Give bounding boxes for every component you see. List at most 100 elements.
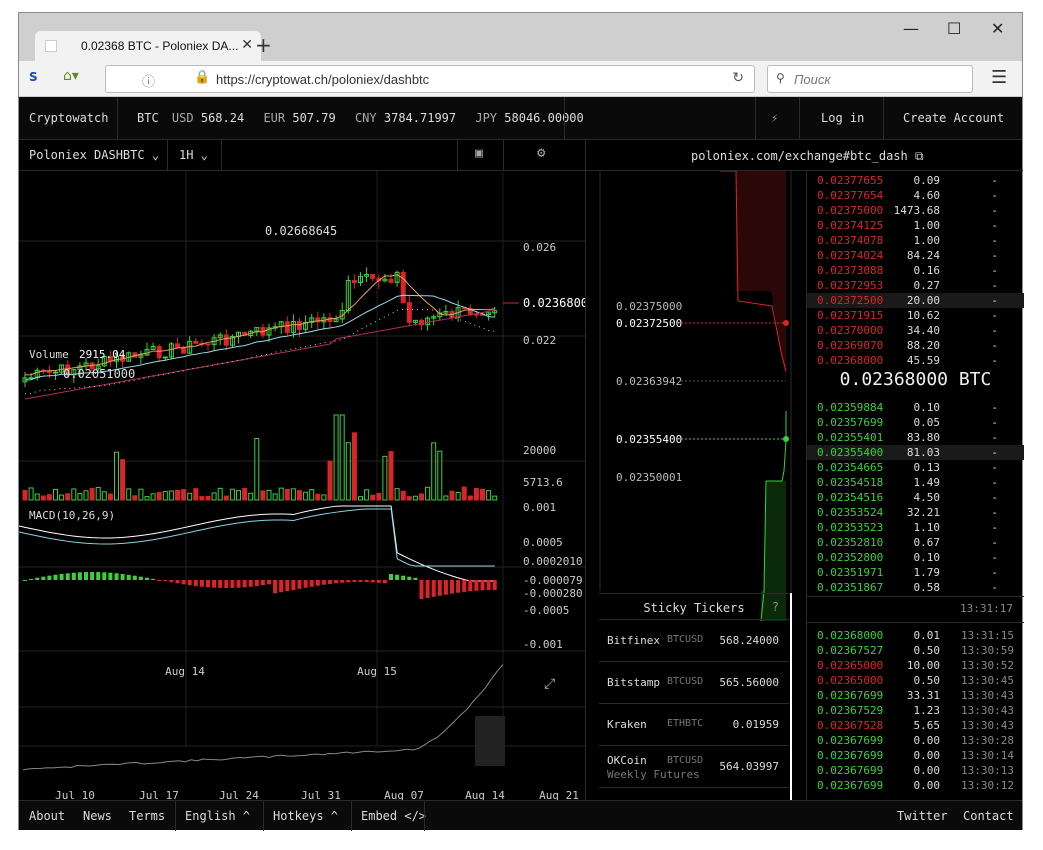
overview-label: Aug 21 bbox=[539, 789, 579, 800]
bid-row[interactable]: 0.02354518 1.49- bbox=[807, 475, 1024, 490]
reload-icon[interactable]: ↻ bbox=[732, 70, 744, 86]
ticker-item[interactable]: Bitstamp BTCUSD 565.56000 bbox=[599, 662, 789, 704]
price-ticker: BTC USD 568.24 EUR 507.79 CNY 3784.71997… bbox=[137, 111, 584, 125]
ask-row[interactable]: 0.02374078 1.00- bbox=[807, 233, 1024, 248]
bid-row[interactable]: 0.02353523 1.10- bbox=[807, 520, 1024, 535]
pair-selector[interactable]: Poloniex DASHBTC ⌄ bbox=[29, 148, 159, 162]
trade-row[interactable]: 0.02367699 33.31 13:30:43 bbox=[807, 688, 1024, 703]
ask-row[interactable]: 0.02369070 88.20- bbox=[807, 338, 1024, 353]
bid-row[interactable]: 0.02354516 4.50- bbox=[807, 490, 1024, 505]
price-chart[interactable]: 0.02668645 0.02051000 0.026 0.022 0.0236800 V… bbox=[19, 171, 585, 800]
macd-bar bbox=[187, 580, 192, 586]
ask-row[interactable]: 0.02371915 10.62- bbox=[807, 308, 1024, 323]
menu-icon[interactable]: ☰ bbox=[991, 67, 1007, 88]
ask-row[interactable]: 0.02372500 20.00- bbox=[807, 293, 1024, 308]
bid-row[interactable]: 0.02351971 1.79- bbox=[807, 565, 1024, 580]
timeframe-selector[interactable]: 1H ⌄ bbox=[179, 148, 208, 162]
url-bar[interactable]: ⓘ 🔒 https://cryptowat.ch/poloniex/dashbt… bbox=[105, 65, 755, 93]
volume-bar bbox=[315, 493, 321, 501]
embed-button[interactable]: Embed </> bbox=[361, 809, 426, 823]
exchange-link[interactable]: poloniex.com/exchange#btc_dash ⧉ bbox=[691, 149, 924, 164]
hotkeys-button[interactable]: Hotkeys ^ bbox=[273, 809, 338, 823]
brand-logo[interactable]: Cryptowatch bbox=[29, 111, 108, 125]
volume-bar bbox=[449, 490, 455, 501]
create-account-button[interactable]: Create Account bbox=[903, 111, 1004, 125]
help-icon[interactable]: ? bbox=[772, 600, 779, 614]
overview-label: Jul 17 bbox=[139, 789, 179, 800]
ticker-item[interactable]: Bitfinex BTCUSD 568.24000 bbox=[599, 620, 789, 662]
macd-bar bbox=[102, 572, 107, 580]
macd-bar bbox=[132, 575, 137, 580]
bid-row[interactable]: 0.02351867 0.58- bbox=[807, 580, 1024, 595]
trade-row[interactable]: 0.02367699 0.00 13:30:12 bbox=[807, 778, 1024, 793]
volume-bar bbox=[181, 489, 187, 501]
bid-row[interactable]: 0.02355401 83.80- bbox=[807, 430, 1024, 445]
volume-bar bbox=[412, 495, 418, 501]
macd-bar bbox=[193, 580, 198, 587]
ask-row[interactable]: 0.02374024 84.24- bbox=[807, 248, 1024, 263]
new-tab-icon[interactable]: + bbox=[255, 33, 272, 57]
macd-bar bbox=[413, 577, 418, 580]
bid-row[interactable]: 0.02353524 32.21- bbox=[807, 505, 1024, 520]
candle bbox=[162, 356, 168, 359]
trade-row[interactable]: 0.02367528 5.65 13:30:43 bbox=[807, 718, 1024, 733]
ticker-item[interactable]: Kraken ETHBTC 0.01959 bbox=[599, 704, 789, 746]
volume-tick: 20000 bbox=[523, 444, 556, 457]
bid-row[interactable]: 0.02352810 0.67- bbox=[807, 535, 1024, 550]
close-tab-icon[interactable]: ✕ bbox=[241, 37, 253, 53]
ask-row[interactable]: 0.02377654 4.60- bbox=[807, 188, 1024, 203]
ask-row[interactable]: 0.02372953 0.27- bbox=[807, 278, 1024, 293]
scrollbar[interactable] bbox=[790, 593, 792, 800]
bid-row[interactable]: 0.02352800 0.10- bbox=[807, 550, 1024, 565]
chart-type-icon[interactable]: ▣ bbox=[475, 146, 483, 161]
search-input[interactable]: ⚲ Поиск bbox=[767, 65, 973, 93]
bid-row[interactable]: 0.02357699 0.05- bbox=[807, 415, 1024, 430]
home-icon[interactable]: ⌂▾ bbox=[63, 68, 79, 84]
trade-row[interactable]: 0.02365000 10.00 13:30:52 bbox=[807, 658, 1024, 673]
trade-row[interactable]: 0.02367527 0.50 13:30:59 bbox=[807, 643, 1024, 658]
trade-row[interactable]: 0.02368000 0.01 13:31:15 bbox=[807, 628, 1024, 643]
twitter-link[interactable]: Twitter bbox=[897, 809, 948, 823]
macd-bar bbox=[65, 573, 70, 580]
macd-bar bbox=[212, 580, 217, 588]
extension-icon[interactable]: S bbox=[29, 70, 38, 84]
volume-bar bbox=[229, 488, 235, 501]
macd-bar bbox=[114, 573, 119, 580]
contact-link[interactable]: Contact bbox=[963, 809, 1014, 823]
overview-line bbox=[22, 664, 504, 771]
settings-gear-icon[interactable]: ⚙ bbox=[537, 145, 545, 161]
trading-icon[interactable]: ⚡ bbox=[771, 111, 778, 125]
macd-bar bbox=[303, 580, 308, 588]
bid-row[interactable]: 0.02359884 0.10- bbox=[807, 400, 1024, 415]
login-button[interactable]: Log in bbox=[821, 111, 864, 125]
trade-row[interactable]: 0.02367529 1.23 13:30:43 bbox=[807, 703, 1024, 718]
minimize-icon[interactable]: — bbox=[903, 19, 919, 38]
maximize-icon[interactable]: ☐ bbox=[947, 19, 961, 38]
volume-bar bbox=[272, 493, 278, 501]
ask-row[interactable]: 0.02373088 0.16- bbox=[807, 263, 1024, 278]
eur-price: 507.79 bbox=[292, 111, 336, 125]
ask-row[interactable]: 0.02375000 1473.68- bbox=[807, 203, 1024, 218]
trade-row[interactable]: 0.02367699 0.00 13:30:14 bbox=[807, 748, 1024, 763]
trade-row[interactable]: 0.02367699 0.00 13:30:28 bbox=[807, 733, 1024, 748]
volume-bar bbox=[101, 491, 107, 501]
ask-row[interactable]: 0.02374125 1.00- bbox=[807, 218, 1024, 233]
terms-link[interactable]: Terms bbox=[129, 809, 165, 823]
trade-row[interactable]: 0.02367699 0.00 13:30:13 bbox=[807, 763, 1024, 778]
close-window-icon[interactable]: ✕ bbox=[991, 19, 1004, 38]
browser-tab[interactable]: 0.02368 BTC - Poloniex DA... ✕ bbox=[35, 31, 261, 61]
macd-bar bbox=[273, 580, 278, 594]
macd-bar bbox=[346, 580, 351, 583]
bid-row[interactable]: 0.02355400 81.03- bbox=[807, 445, 1024, 460]
trade-row[interactable]: 0.02365000 0.50 13:30:45 bbox=[807, 673, 1024, 688]
ask-row[interactable]: 0.02377655 0.09- bbox=[807, 173, 1024, 188]
info-icon[interactable]: ⓘ bbox=[142, 71, 155, 90]
ask-row[interactable]: 0.02368000 45.59- bbox=[807, 353, 1024, 368]
ticker-item[interactable]: OKCoin BTCUSD Weekly Futures 564.03997 bbox=[599, 746, 789, 788]
language-selector[interactable]: English ^ bbox=[185, 809, 250, 823]
news-link[interactable]: News bbox=[83, 809, 112, 823]
ask-row[interactable]: 0.02370000 34.40- bbox=[807, 323, 1024, 338]
about-link[interactable]: About bbox=[29, 809, 65, 823]
bid-row[interactable]: 0.02354665 0.13- bbox=[807, 460, 1024, 475]
macd-bar bbox=[248, 580, 253, 587]
